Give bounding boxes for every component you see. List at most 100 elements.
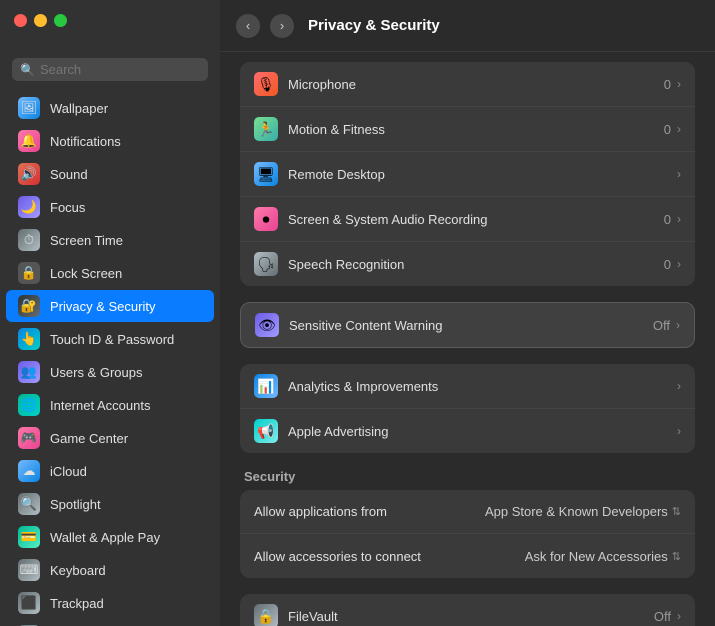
search-input[interactable] [40,62,200,77]
touch-id-icon: 👆 [18,328,40,350]
sidebar-item-label-game-center: Game Center [50,431,128,446]
sidebar-item-notifications[interactable]: 🔔Notifications [6,125,214,157]
keyboard-icon: ⌨ [18,559,40,581]
allow-accessories-row[interactable]: Allow accessories to connect Ask for New… [240,534,695,578]
sidebar-item-spotlight[interactable]: 🔍 Spotlight [6,488,214,520]
traffic-lights [14,14,67,27]
security-row-filevault[interactable]: 🔒 FileVault Off › [240,594,695,626]
sidebar-item-label-wallet: Wallet & Apple Pay [50,530,160,545]
speech-recognition-icon: 🗣 [254,252,278,276]
main-content: ‹ › Privacy & Security 🎙 Microphone 0 › … [220,0,715,626]
screen-audio-icon: ⏺ [254,207,278,231]
sidebar-item-focus[interactable]: 🌙Focus [6,191,214,223]
sidebar-item-label-privacy-security: Privacy & Security [50,299,155,314]
sidebar-item-label-screen-time: Screen Time [50,233,123,248]
allow-accessories-stepper[interactable]: ⇅ [672,550,681,563]
sidebar-item-label-trackpad: Trackpad [50,596,104,611]
filevault-chevron: › [677,609,681,623]
sidebar-item-trackpad[interactable]: ⬛Trackpad [6,587,214,619]
sidebar-item-game-center[interactable]: 🎮 Game Center [6,422,214,454]
sidebar-item-icloud[interactable]: ☁ iCloud [6,455,214,487]
permission-row-microphone[interactable]: 🎙 Microphone 0 › [240,62,695,107]
microphone-label: Microphone [288,77,664,92]
other-row-advertising[interactable]: 📢 Apple Advertising › [240,409,695,453]
privacy-security-icon: 🔐 [18,295,40,317]
allow-accessories-value: Ask for New Accessories ⇅ [525,549,681,564]
toolbar: ‹ › Privacy & Security [220,0,715,52]
allow-accessories-label: Allow accessories to connect [254,549,525,564]
search-box[interactable]: 🔍 [12,58,208,81]
sidebar-item-label-notifications: Notifications [50,134,121,149]
minimize-button[interactable] [34,14,47,27]
maximize-button[interactable] [54,14,67,27]
filevault-label: FileVault [288,609,654,624]
sidebar-item-users-groups[interactable]: 👥Users & Groups [6,356,214,388]
permission-list: 🎙 Microphone 0 › 🏃 Motion & Fitness 0 › … [240,62,695,286]
speech-recognition-value: 0 [664,257,671,272]
other-row-analytics[interactable]: 📊 Analytics & Improvements › [240,364,695,409]
sidebar: 🔍 🖼Wallpaper🔔Notifications🔊Sound🌙Focus ⏱ S… [0,0,220,626]
permission-row-screen-audio[interactable]: ⏺ Screen & System Audio Recording 0 › [240,197,695,242]
permission-row-speech-recognition[interactable]: 🗣 Speech Recognition 0 › [240,242,695,286]
sidebar-item-label-wallpaper: Wallpaper [50,101,108,116]
motion-fitness-icon: 🏃 [254,117,278,141]
content-area: 🎙 Microphone 0 › 🏃 Motion & Fitness 0 › … [220,52,715,626]
security-icon-list: 🔒 FileVault Off › 🛡 Lockdown Mode Off › [240,594,695,626]
screen-time-icon: ⏱ [18,229,40,251]
sensitive-content-section[interactable]: 👁 Sensitive Content Warning Off › [240,302,695,348]
sidebar-item-lock-screen[interactable]: 🔒Lock Screen [6,257,214,289]
permission-row-motion-fitness[interactable]: 🏃 Motion & Fitness 0 › [240,107,695,152]
remote-desktop-icon: 🖥 [254,162,278,186]
microphone-icon: 🎙 [254,72,278,96]
security-section: Allow applications from App Store & Know… [240,490,695,578]
sidebar-item-internet-accounts[interactable]: 🌐 Internet Accounts [6,389,214,421]
sidebar-items: 🖼Wallpaper🔔Notifications🔊Sound🌙Focus ⏱ Scr… [0,91,220,626]
close-button[interactable] [14,14,27,27]
sensitive-icon: 👁 [255,313,279,337]
sidebar-item-wallet[interactable]: 💳 Wallet & Apple Pay [6,521,214,553]
game-center-icon: 🎮 [18,427,40,449]
sensitive-chevron: › [676,318,680,332]
motion-fitness-chevron: › [677,122,681,136]
screen-audio-label: Screen & System Audio Recording [288,212,664,227]
forward-button[interactable]: › [270,14,294,38]
sidebar-item-wallpaper[interactable]: 🖼Wallpaper [6,92,214,124]
sidebar-item-sound[interactable]: 🔊Sound [6,158,214,190]
microphone-value: 0 [664,77,671,92]
filevault-value: Off [654,609,671,624]
back-button[interactable]: ‹ [236,14,260,38]
users-groups-icon: 👥 [18,361,40,383]
sidebar-item-label-lock-screen: Lock Screen [50,266,122,281]
sidebar-item-touch-id[interactable]: 👆 Touch ID & Password [6,323,214,355]
speech-recognition-chevron: › [677,257,681,271]
allow-accessories-value-text: Ask for New Accessories [525,549,668,564]
advertising-label: Apple Advertising [288,424,671,439]
sidebar-item-label-spotlight: Spotlight [50,497,101,512]
security-section-title: Security [244,469,695,484]
sidebar-item-keyboard[interactable]: ⌨Keyboard [6,554,214,586]
sidebar-item-printers[interactable]: 🖨Printers & Scanners [6,620,214,626]
sensitive-label: Sensitive Content Warning [289,318,653,333]
sidebar-item-screen-time[interactable]: ⏱ Screen Time [6,224,214,256]
allow-apps-row[interactable]: Allow applications from App Store & Know… [240,490,695,534]
permission-row-remote-desktop[interactable]: 🖥 Remote Desktop › [240,152,695,197]
sidebar-item-label-touch-id: Touch ID & Password [50,332,174,347]
icloud-icon: ☁ [18,460,40,482]
internet-accounts-icon: 🌐 [18,394,40,416]
allow-apps-stepper[interactable]: ⇅ [672,505,681,518]
search-icon: 🔍 [20,63,35,77]
sidebar-item-label-internet-accounts: Internet Accounts [50,398,150,413]
allow-apps-value-text: App Store & Known Developers [485,504,668,519]
filevault-icon: 🔒 [254,604,278,626]
wallet-icon: 💳 [18,526,40,548]
sensitive-content-row[interactable]: 👁 Sensitive Content Warning Off › [241,303,694,347]
sidebar-item-label-icloud: iCloud [50,464,87,479]
sidebar-item-label-sound: Sound [50,167,88,182]
microphone-chevron: › [677,77,681,91]
other-list: 📊 Analytics & Improvements › 📢 Apple Adv… [240,364,695,453]
screen-audio-chevron: › [677,212,681,226]
advertising-chevron: › [677,424,681,438]
sidebar-item-privacy-security[interactable]: 🔐 Privacy & Security [6,290,214,322]
speech-recognition-label: Speech Recognition [288,257,664,272]
spotlight-icon: 🔍 [18,493,40,515]
